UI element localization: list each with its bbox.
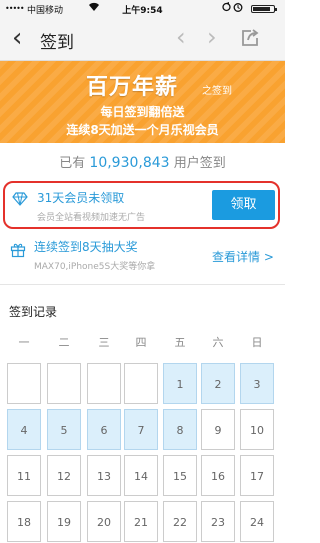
- calendar-day: 11: [7, 455, 41, 496]
- banner-line-2: 每日签到翻倍送: [100, 105, 185, 119]
- calendar-day: 21: [124, 501, 158, 542]
- claim-button[interactable]: 领取: [212, 190, 275, 220]
- count-number: 10,930,843: [89, 155, 170, 171]
- lottery-title: 连续签到8天抽大奖: [34, 240, 138, 254]
- calendar-day-checked: 7: [124, 409, 158, 450]
- next-arrow-icon[interactable]: ›: [207, 23, 217, 51]
- diamond-icon: [12, 191, 28, 207]
- gift-icon: [10, 242, 26, 258]
- page-title: 签到: [40, 33, 74, 53]
- nav-bar: ‹ 签到 ‹ ›: [0, 18, 285, 61]
- alarm-icon: [233, 2, 243, 15]
- weekday-label: 四: [135, 336, 147, 349]
- calendar-day: [124, 363, 158, 404]
- calendar-day: 9: [201, 409, 235, 450]
- calendar-day: [87, 363, 121, 404]
- previous-arrow-icon[interactable]: ‹: [176, 23, 186, 51]
- membership-subtitle: 会员全站看视频加速无广告: [37, 213, 146, 223]
- calendar-day: 23: [201, 501, 235, 542]
- calendar-day-checked: 2: [201, 363, 235, 404]
- calendar-day: 10: [240, 409, 274, 450]
- records-title: 签到记录: [9, 305, 58, 319]
- checkin-count: 已有 10,930,843 用户签到: [0, 152, 285, 171]
- calendar-day: 24: [240, 501, 274, 542]
- count-suffix: 用户签到: [173, 156, 226, 171]
- weekday-label: 三: [98, 336, 110, 349]
- calendar-day-checked: 8: [163, 409, 197, 450]
- calendar-day: 17: [240, 455, 274, 496]
- calendar-day-checked: 1: [163, 363, 197, 404]
- status-bar: ••••• 中国移动 上午9:54: [0, 0, 285, 18]
- lottery-row[interactable]: 连续签到8天抽大奖 MAX70,iPhone5S大奖等你拿 查看详情 >: [0, 232, 285, 285]
- calendar-day: [47, 363, 81, 404]
- weekday-label: 五: [174, 336, 186, 349]
- back-icon[interactable]: ‹: [12, 24, 22, 52]
- weekday-label: 日: [251, 336, 263, 349]
- count-prefix: 已有: [59, 156, 86, 171]
- calendar-day: 13: [87, 455, 121, 496]
- calendar-day: [7, 363, 41, 404]
- weekday-label: 二: [58, 336, 70, 349]
- calendar-day-checked: 3: [240, 363, 274, 404]
- weekday-header: 一 二 三 四 五 六 日: [0, 334, 285, 354]
- weekday-label: 一: [18, 336, 30, 349]
- calendar-day: 19: [47, 501, 81, 542]
- calendar-day-checked: 6: [87, 409, 121, 450]
- calendar-day: 20: [87, 501, 121, 542]
- view-details-link[interactable]: 查看详情 >: [212, 248, 274, 265]
- promo-banner[interactable]: 百万年薪 之签到 每日签到翻倍送 连续8天加送一个月乐视会员: [0, 61, 285, 143]
- calendar-day: 15: [163, 455, 197, 496]
- battery-icon: [251, 5, 277, 13]
- banner-line-3: 连续8天加送一个月乐视会员: [66, 123, 219, 137]
- calendar-day: 22: [163, 501, 197, 542]
- calendar-day: 18: [7, 501, 41, 542]
- weekday-label: 六: [212, 336, 224, 349]
- membership-card: 31天会员未领取 会员全站看视频加速无广告 领取: [3, 181, 280, 229]
- share-icon[interactable]: [240, 28, 260, 48]
- banner-suffix: 之签到: [202, 86, 232, 97]
- calendar-day: 16: [201, 455, 235, 496]
- calendar-day: 14: [124, 455, 158, 496]
- membership-title: 31天会员未领取: [37, 191, 125, 205]
- calendar-day-checked: 5: [47, 409, 81, 450]
- lottery-subtitle: MAX70,iPhone5S大奖等你拿: [34, 262, 156, 272]
- calendar-day: 12: [47, 455, 81, 496]
- calendar-day-checked: 4: [7, 409, 41, 450]
- banner-headline: 百万年薪: [86, 75, 179, 100]
- rotation-lock-icon: [222, 2, 231, 15]
